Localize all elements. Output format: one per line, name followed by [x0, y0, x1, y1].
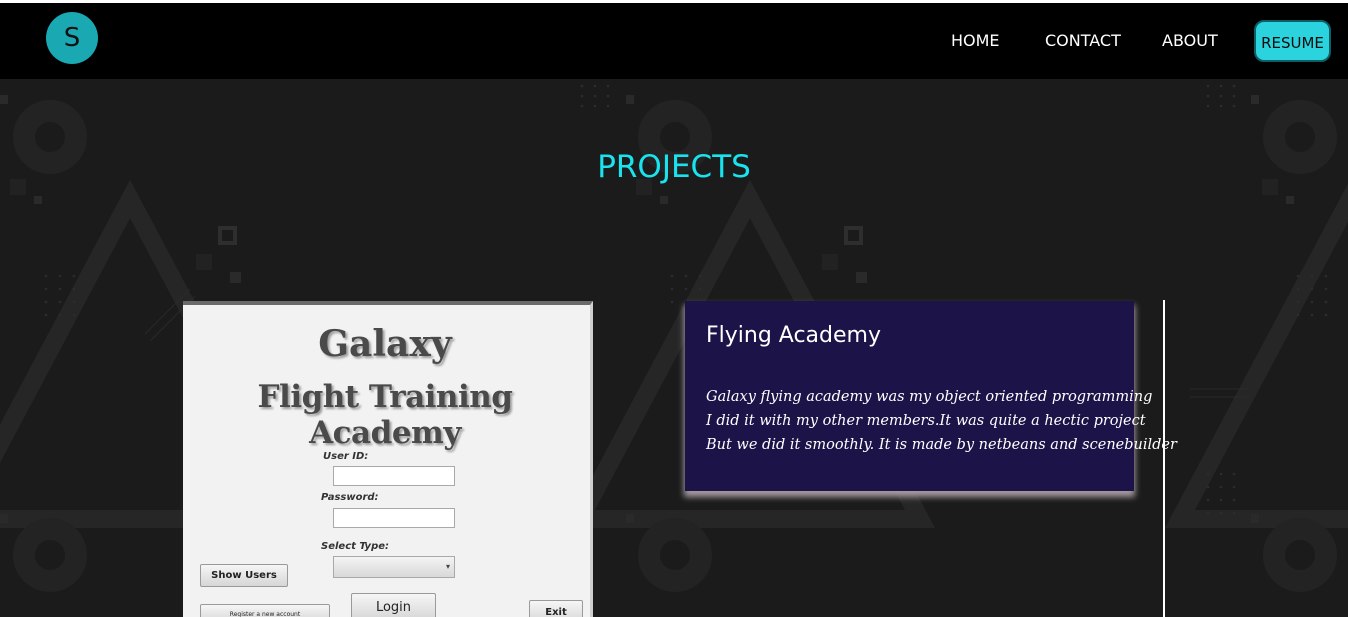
description-line: But we did it smoothly. It is made by ne… [706, 437, 1177, 453]
description-line: I did it with my other members.It was qu… [706, 413, 1146, 429]
projects-section: PROJECTS Galaxy Flight Training Academy … [0, 79, 1348, 617]
logo[interactable]: S [46, 12, 98, 64]
register-button: Register a new account [200, 604, 330, 617]
dropdown-arrow-icon: ▾ [445, 562, 450, 571]
nav-home-link[interactable]: HOME [951, 31, 1000, 50]
app-title-line2: Flight Training Academy [257, 379, 513, 451]
select-type-label: Select Type: [321, 541, 390, 552]
app-title-line1: Galaxy [318, 323, 452, 365]
project-card: Flying Academy Galaxy flying academy was… [685, 301, 1177, 491]
user-id-label: User ID: [323, 451, 369, 462]
project-screenshot: Galaxy Flight Training Academy User ID: … [183, 301, 593, 617]
section-title: PROJECTS [597, 149, 751, 185]
password-label: Password: [321, 492, 379, 503]
password-field [333, 508, 455, 528]
nav-contact-link[interactable]: CONTACT [1045, 31, 1121, 50]
nav-about-link[interactable]: ABOUT [1162, 31, 1218, 50]
resume-button[interactable]: RESUME [1254, 20, 1331, 62]
exit-button: Exit [529, 600, 583, 617]
navbar: S HOME CONTACT ABOUT RESUME [0, 3, 1348, 79]
timeline-divider [1163, 300, 1165, 617]
project-description: Galaxy flying academy was my object orie… [706, 385, 1177, 457]
show-users-button: Show Users [200, 564, 288, 587]
project-title: Flying Academy [706, 323, 881, 348]
user-id-field [333, 466, 455, 486]
login-button: Login [351, 593, 436, 617]
select-type-dropdown: ▾ [333, 556, 455, 578]
description-line: Galaxy flying academy was my object orie… [706, 389, 1153, 405]
